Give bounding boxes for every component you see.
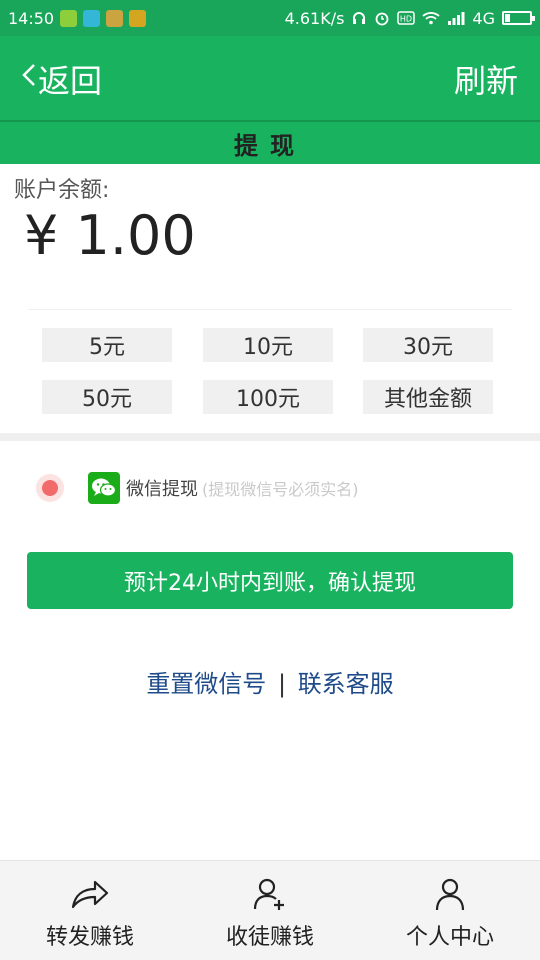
amount-option-100[interactable]: 100元	[203, 380, 333, 414]
coin-app-icon	[129, 9, 147, 27]
battery-icon	[502, 11, 535, 25]
radio-dot	[42, 480, 58, 496]
wechat-icon	[88, 472, 120, 504]
battery-level	[505, 14, 510, 22]
reset-wechat-link[interactable]: 重置微信号	[146, 670, 266, 698]
confirm-withdraw-button[interactable]: 预计24小时内到账，确认提现	[27, 552, 513, 609]
status-bar: 14:50 4.61K/s HD 4G	[0, 0, 540, 36]
wechat-withdraw-label: 微信提现 (提现微信号必须实名)	[126, 475, 359, 501]
hd-icon: HD	[397, 11, 416, 25]
balance-value: ¥ 1.00	[24, 204, 196, 267]
refresh-button[interactable]: 刷新	[454, 56, 518, 102]
tab-label: 收徒赚钱	[225, 925, 314, 950]
balance-label: 账户余额:	[14, 178, 110, 203]
add-user-icon	[252, 877, 288, 915]
alarm-icon	[374, 10, 390, 26]
top-navbar: 返回 刷新	[0, 36, 540, 120]
tab-label: 个人中心	[405, 925, 494, 950]
svg-text:HD: HD	[400, 15, 412, 24]
bottom-tab-bar: 转发赚钱 收徒赚钱 个人中心	[0, 860, 540, 960]
amount-option-other[interactable]: 其他金额	[363, 380, 493, 414]
tab-profile[interactable]: 个人中心	[360, 861, 540, 960]
link-separator: |	[277, 670, 287, 698]
scan-app-icon	[83, 9, 101, 27]
share-icon	[69, 877, 111, 915]
wifi-icon	[422, 11, 441, 25]
headphones-icon	[351, 10, 367, 26]
page-title-bar: 提现	[0, 120, 540, 164]
signal-icon	[447, 11, 465, 25]
user-icon	[433, 877, 467, 915]
tab-label: 转发赚钱	[45, 925, 134, 950]
coin-app-icon	[106, 9, 124, 27]
back-label: 返回	[38, 62, 103, 100]
divider	[28, 309, 512, 310]
contact-support-link[interactable]: 联系客服	[298, 670, 394, 698]
status-time: 14:50	[8, 8, 55, 28]
tab-recruit-earn[interactable]: 收徒赚钱	[180, 861, 360, 960]
app-notification-icon	[60, 9, 78, 27]
tab-share-earn[interactable]: 转发赚钱	[0, 861, 180, 960]
payment-note: (提现微信号必须实名)	[202, 480, 359, 499]
section-separator	[0, 433, 540, 441]
amount-option-30[interactable]: 30元	[363, 328, 493, 362]
back-button[interactable]: 返回	[20, 56, 102, 102]
amount-option-10[interactable]: 10元	[203, 328, 333, 362]
chevron-left-icon	[20, 60, 38, 98]
payment-method-label: 微信提现	[126, 479, 198, 500]
network-type: 4G	[472, 8, 495, 28]
footer-links: 重置微信号 | 联系客服	[0, 664, 540, 699]
amount-option-50[interactable]: 50元	[42, 380, 172, 414]
network-speed: 4.61K/s	[284, 8, 345, 28]
amount-option-5[interactable]: 5元	[42, 328, 172, 362]
wechat-radio[interactable]	[36, 474, 64, 502]
page-title: 提现	[234, 131, 306, 160]
